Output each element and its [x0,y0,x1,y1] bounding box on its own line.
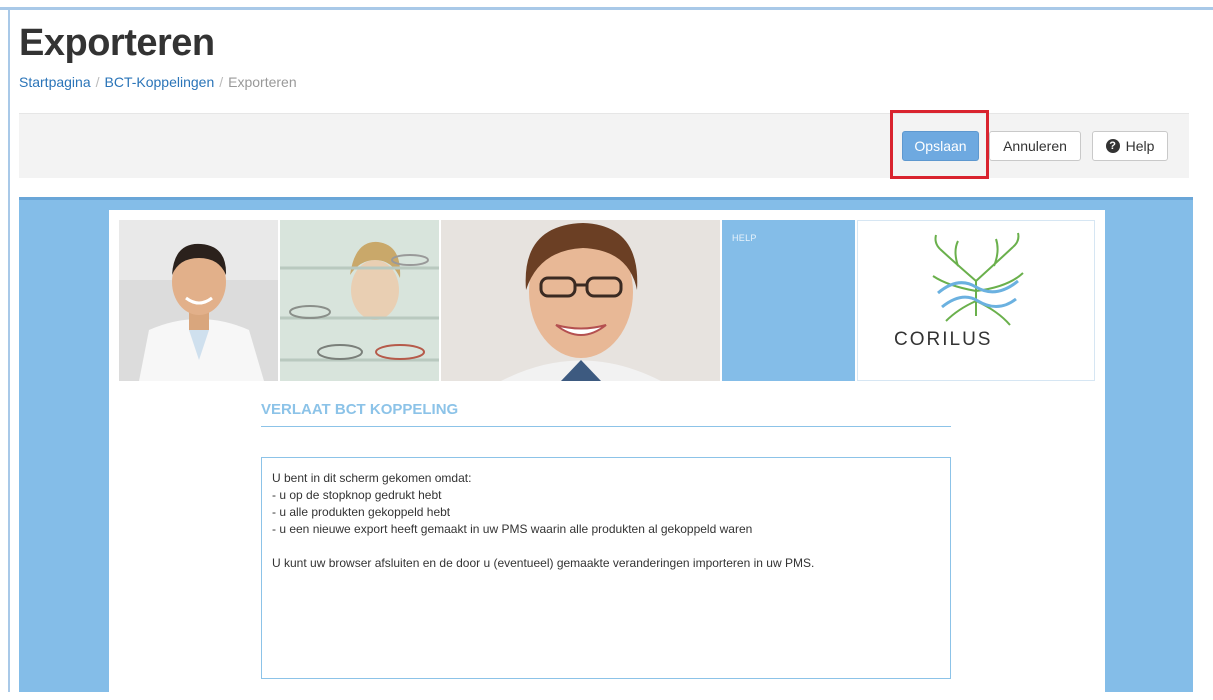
message-line: U kunt uw browser afsluiten en de door u… [272,556,815,570]
top-border [0,7,1213,10]
cancel-button[interactable]: Annuleren [989,131,1081,161]
banner-photo-man [119,220,278,381]
message-box: U bent in dit scherm gekomen omdat: - u … [261,457,951,679]
breadcrumb-current: Exporteren [228,74,297,90]
corilus-logo-text: CORILUS [894,329,993,350]
page-title: Exporteren [19,22,215,64]
message-line: - u een nieuwe export heeft gemaakt in u… [272,522,753,536]
left-border [8,7,10,692]
message-line: - u alle produkten gekoppeld hebt [272,505,451,519]
banner-photo-glasses-display [280,220,439,381]
corilus-tree-icon [932,232,1024,326]
message-line: U bent in dit scherm gekomen omdat: [272,471,472,485]
banner-photo-woman [441,220,720,381]
header-banner: HELP CORILUS [119,220,1095,381]
breadcrumb-separator: / [219,74,224,90]
breadcrumb-bct-koppelingen-link[interactable]: BCT-Koppelingen [105,74,215,90]
message-title: VERLAAT BCT KOPPELING [261,401,951,427]
help-button[interactable]: ? Help [1092,131,1168,161]
save-button[interactable]: Opslaan [902,131,979,161]
breadcrumb-separator: / [95,74,100,90]
banner-help-label: HELP [732,233,757,243]
banner-help-tile[interactable]: HELP [722,220,855,381]
question-circle-icon: ? [1105,139,1120,153]
breadcrumb-home-link[interactable]: Startpagina [19,74,91,90]
help-button-label: Help [1125,138,1155,154]
breadcrumb: Startpagina / BCT-Koppelingen / Exporteren [19,74,297,90]
message-line: - u op de stopknop gedrukt hebt [272,488,442,502]
corilus-logo: CORILUS [857,220,1095,381]
message-line-blank [272,538,940,555]
action-toolbar: Opslaan Annuleren ? Help [19,113,1189,178]
embedded-page-frame: HELP CORILUS VERLAAT BCT KOPPELING U ben… [19,197,1193,700]
embedded-page-content: HELP CORILUS VERLAAT BCT KOPPELING U ben… [109,210,1105,700]
